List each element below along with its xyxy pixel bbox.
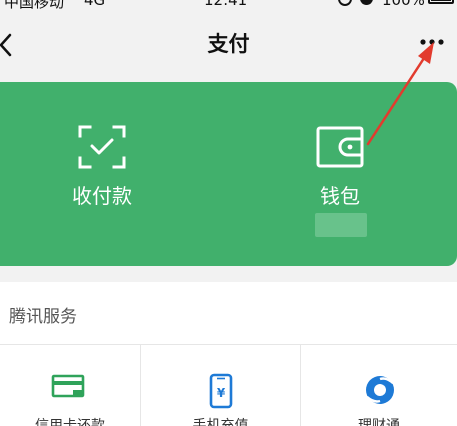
wealth-service-button[interactable]: 理财通 [301, 345, 457, 426]
svg-text:¥: ¥ [217, 386, 226, 400]
credit-card-repayment-button[interactable]: 信用卡还款 [0, 345, 140, 426]
tencent-services-section: 腾讯服务 信用卡还款 ¥ 手机充值 理财通 [0, 282, 457, 426]
alarm-icon [338, 0, 352, 6]
clock: 12:41 [204, 0, 248, 9]
status-bar: 中国移动 4G 12:41 100% [0, 0, 457, 11]
service-label: 理财通 [358, 418, 400, 426]
battery-percent: 100% [382, 0, 425, 9]
section-title: 腾讯服务 [9, 307, 77, 327]
scan-check-icon [78, 125, 126, 169]
wealth-icon [366, 376, 394, 404]
network-type: 4G [84, 0, 106, 9]
collect-payment-button[interactable]: 收付款 [2, 82, 202, 266]
wallet-balance-blurred [315, 213, 367, 237]
battery-icon [428, 0, 454, 4]
collect-payment-label: 收付款 [72, 184, 132, 208]
service-label: 信用卡还款 [35, 418, 105, 426]
carrier-name: 中国移动 [4, 0, 65, 11]
payment-screen: 中国移动 4G 12:41 100% 支付 收付款 钱包 腾讯服务 信用卡还款 … [0, 0, 457, 426]
phone-recharge-button[interactable]: ¥ 手机充值 [141, 345, 300, 426]
service-label: 手机充值 [192, 418, 249, 426]
phone-yuan-icon: ¥ [209, 373, 233, 409]
rotation-lock-icon [360, 0, 373, 5]
card-icon [51, 374, 85, 398]
wallet-label: 钱包 [320, 184, 360, 208]
annotation-arrow [366, 42, 434, 146]
